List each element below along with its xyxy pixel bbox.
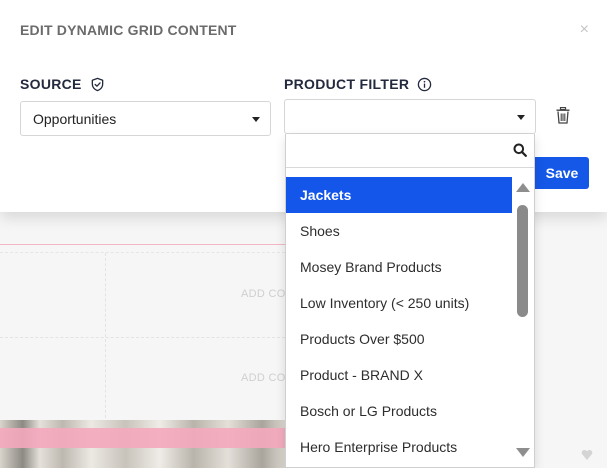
scroll-down-icon[interactable] — [516, 448, 530, 457]
background-grid — [0, 252, 285, 423]
dropdown-option[interactable]: Product - BRAND X — [286, 357, 514, 393]
dropdown-option[interactable]: Shoes — [286, 213, 514, 249]
search-icon[interactable] — [513, 143, 527, 157]
background-divider — [0, 244, 285, 245]
dropdown-option[interactable]: Low Inventory (< 250 units) — [286, 285, 514, 321]
chevron-down-icon — [517, 115, 525, 120]
scrollbar-thumb[interactable] — [517, 205, 528, 317]
source-select-value: Opportunities — [33, 110, 117, 127]
grid-divider-vertical — [105, 253, 106, 423]
trash-icon[interactable] — [556, 107, 572, 125]
dropdown-option[interactable]: Jackets — [286, 177, 514, 213]
grid-divider-horizontal — [0, 337, 285, 338]
dropdown-search-box — [286, 134, 534, 168]
source-label-row: SOURCE — [20, 76, 105, 92]
dropdown-option[interactable]: Hero Enterprise Products — [286, 429, 514, 465]
shield-check-icon — [90, 77, 105, 92]
product-filter-label: PRODUCT FILTER — [284, 76, 410, 92]
dropdown-scrollbar[interactable] — [512, 177, 534, 467]
chevron-down-icon — [252, 117, 260, 122]
dropdown-option[interactable]: Mosey Brand Products — [286, 249, 514, 285]
product-filter-dropdown: Jackets Shoes Mosey Brand Products Low Inve… — [285, 134, 535, 468]
dropdown-option[interactable]: Bosch or LG Products — [286, 393, 514, 429]
scroll-up-icon[interactable] — [516, 183, 530, 192]
dropdown-search-input[interactable] — [292, 138, 512, 164]
info-icon[interactable] — [417, 77, 432, 92]
heart-icon — [581, 449, 593, 461]
app-stage: ADD CO ADD CO EDIT DYNAMIC GRID CONTENT … — [0, 0, 607, 468]
background-pink-bar — [0, 428, 285, 448]
product-filter-select[interactable] — [284, 99, 536, 134]
dropdown-option[interactable]: Products Over $500 — [286, 321, 514, 357]
dropdown-options-list: Jackets Shoes Mosey Brand Products Low Inve… — [286, 177, 514, 465]
add-content-label[interactable]: ADD CO — [241, 288, 285, 300]
close-icon[interactable]: × — [580, 22, 589, 38]
source-select[interactable]: Opportunities — [20, 101, 271, 136]
product-filter-label-row: PRODUCT FILTER — [284, 76, 432, 92]
modal-title: EDIT DYNAMIC GRID CONTENT — [20, 22, 237, 38]
add-content-label[interactable]: ADD CO — [241, 372, 285, 384]
source-label: SOURCE — [20, 76, 82, 92]
